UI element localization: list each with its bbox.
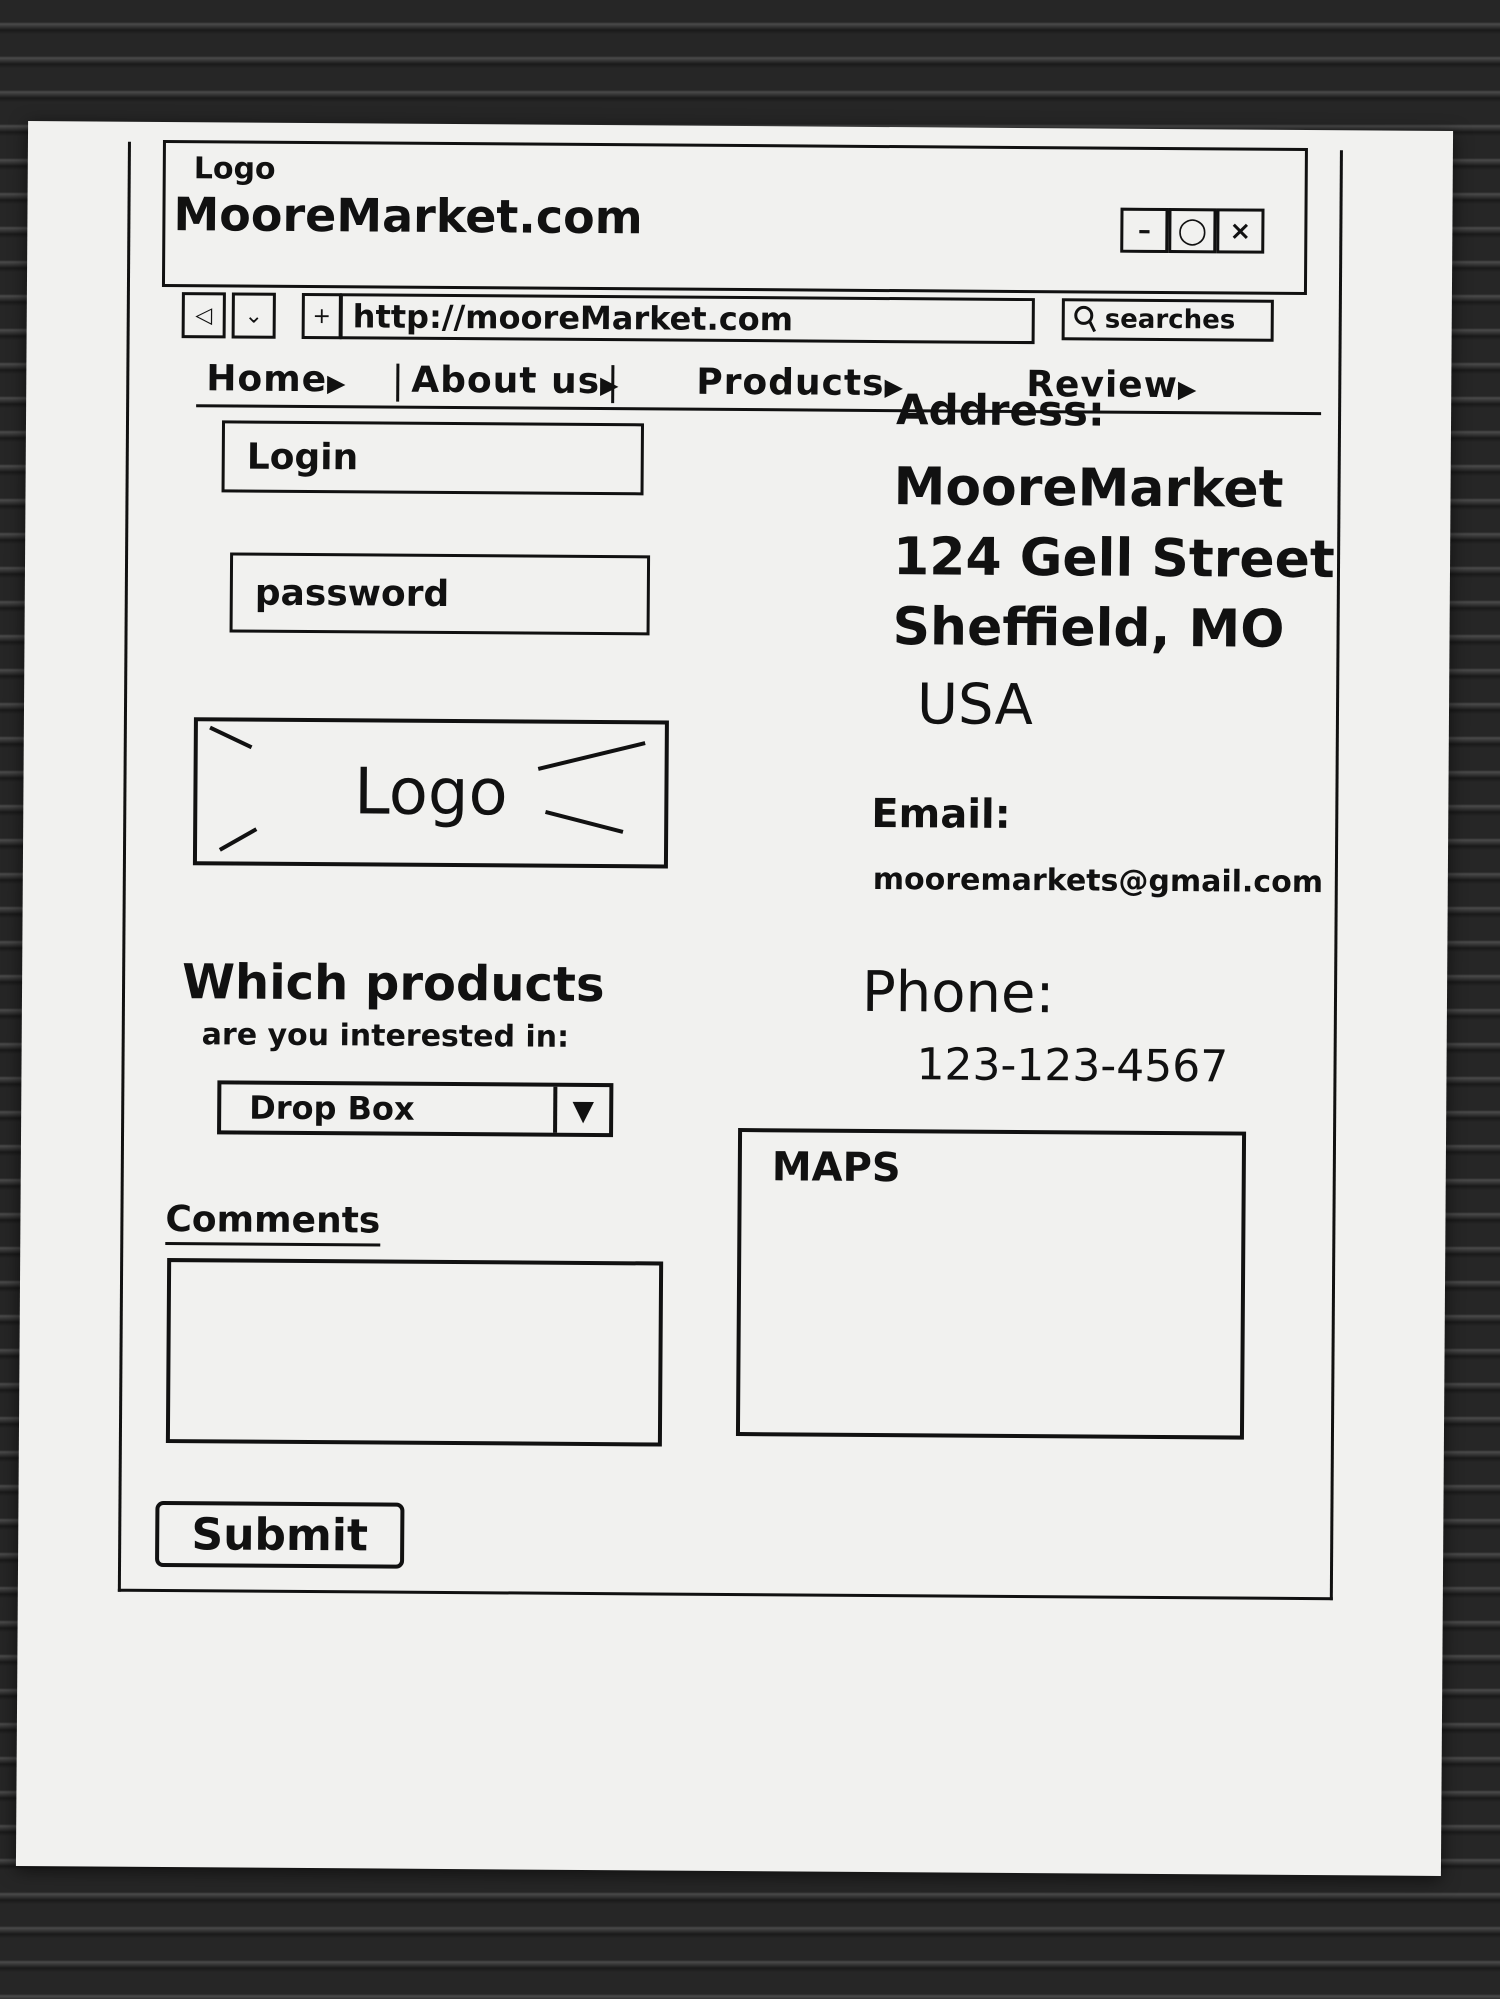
logo-corner-mark: [209, 725, 253, 750]
sketch-paper: Logo MooreMarket.com – ◯ × ◁ ⌄ + http://…: [15, 121, 1454, 1876]
address-line: MooreMarket: [893, 457, 1284, 520]
window-logo-label: Logo: [193, 151, 276, 187]
plus-icon: +: [312, 303, 332, 329]
search-box-label: searches: [1104, 304, 1236, 336]
minimize-button[interactable]: –: [1120, 207, 1169, 254]
browser-toolbar: ◁ ⌄ + http://mooreMarket.com searches: [162, 292, 1317, 358]
products-question-sub: are you interested in:: [201, 1017, 570, 1055]
map-panel[interactable]: MAPS: [735, 1128, 1247, 1440]
nav-item-products[interactable]: Products▶: [696, 362, 904, 404]
window-controls: – ◯ ×: [1120, 207, 1265, 254]
back-button[interactable]: ◁: [181, 292, 226, 339]
address-heading: Address:: [895, 385, 1105, 436]
address-line: 124 Gell Street: [892, 527, 1335, 591]
address-line: USA: [916, 672, 1034, 739]
nav-item-about-us[interactable]: About us▶: [411, 360, 620, 402]
new-tab-button[interactable]: +: [301, 292, 342, 340]
history-dropdown-button[interactable]: ⌄: [231, 292, 276, 339]
address-bar-url: http://mooreMarket.com: [352, 297, 794, 339]
comments-label: Comments: [165, 1199, 381, 1247]
products-dropdown-value: Drop Box: [249, 1088, 415, 1128]
logo-text: Logo: [353, 755, 508, 831]
password-input[interactable]: password: [229, 552, 651, 636]
address-line: Sheffield, MO: [892, 597, 1285, 660]
nav-item-home-label: Home: [206, 358, 328, 401]
arrow-right-icon: ▶: [599, 371, 620, 400]
logo-corner-mark: [537, 741, 646, 771]
login-placeholder: Login: [246, 436, 359, 478]
chevron-down-icon: ⌄: [244, 303, 264, 329]
arrow-right-icon: ▶: [326, 369, 347, 398]
products-dropdown[interactable]: Drop Box ▼: [217, 1080, 614, 1138]
search-box[interactable]: searches: [1061, 298, 1274, 342]
submit-button[interactable]: Submit: [155, 1500, 405, 1569]
arrow-right-icon: ▶: [1177, 375, 1198, 404]
window-title: MooreMarket.com: [173, 187, 643, 245]
magnifier-icon: [1074, 305, 1097, 333]
nav-item-home[interactable]: Home▶: [206, 358, 347, 400]
email-heading: Email:: [871, 790, 1011, 838]
phone-value: 123-123-4567: [916, 1039, 1229, 1093]
close-button[interactable]: ×: [1216, 208, 1265, 254]
login-input[interactable]: Login: [221, 420, 645, 496]
back-arrow-icon: ◁: [195, 302, 213, 328]
nav-item-products-label: Products: [696, 361, 885, 405]
products-question: Which products: [181, 954, 605, 1014]
password-placeholder: password: [254, 572, 450, 615]
maximize-button[interactable]: ◯: [1168, 208, 1217, 254]
address-bar[interactable]: http://mooreMarket.com: [339, 293, 1035, 345]
map-label: MAPS: [771, 1144, 901, 1192]
nav-item-about-us-label: About us: [411, 359, 601, 403]
site-nav: Home▶ About us▶ Products▶ Review▶: [196, 354, 1322, 416]
comments-textarea[interactable]: [165, 1258, 664, 1447]
logo-corner-mark: [544, 810, 624, 834]
dropdown-arrow-icon: ▼: [553, 1086, 610, 1134]
nav-divider: [396, 363, 400, 402]
nav-divider: [611, 365, 615, 404]
window-titlebar: Logo MooreMarket.com – ◯ ×: [161, 139, 1308, 295]
email-value: mooremarkets@gmail.com: [872, 861, 1324, 901]
logo-corner-mark: [218, 827, 258, 852]
logo-placeholder: Logo: [192, 717, 669, 869]
phone-heading: Phone:: [861, 959, 1055, 1027]
